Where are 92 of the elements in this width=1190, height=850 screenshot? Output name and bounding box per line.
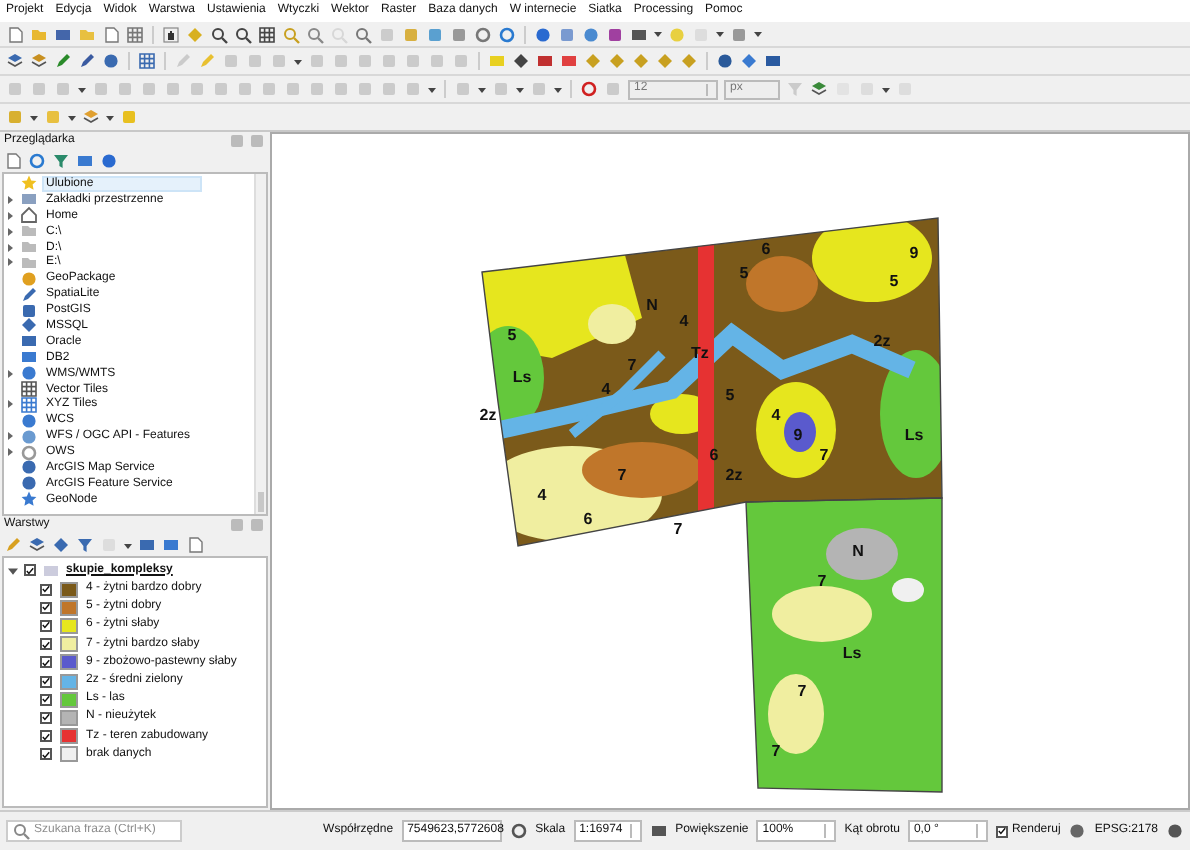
grid-icon[interactable] <box>126 25 144 43</box>
caret-icon[interactable] <box>882 85 890 93</box>
caret-icon[interactable] <box>78 85 86 93</box>
expand-arrow-icon[interactable] <box>6 243 14 251</box>
expand-arrow-icon[interactable] <box>8 565 18 575</box>
expand-arrow-icon[interactable] <box>6 432 14 441</box>
checkbox[interactable] <box>40 656 52 669</box>
grid-icon[interactable] <box>258 25 276 43</box>
expand-arrow-icon[interactable] <box>6 369 14 378</box>
map-label: 7 <box>797 682 807 700</box>
map-label: 9 <box>793 426 803 444</box>
map-label: 6 <box>761 240 771 258</box>
star-icon <box>20 490 38 509</box>
pencil-icon[interactable] <box>78 52 96 70</box>
map-label: 5 <box>507 326 517 344</box>
checkbox[interactable] <box>40 675 52 688</box>
expand-arrow-icon[interactable] <box>6 211 14 220</box>
map-label: 7 <box>771 742 781 760</box>
expand-arrow-icon[interactable] <box>6 195 14 204</box>
map-label: 2z <box>479 406 497 424</box>
square-icon[interactable] <box>606 25 624 43</box>
map-label: Tz <box>691 344 709 362</box>
checkbox[interactable] <box>995 825 1008 837</box>
layers-icon[interactable] <box>6 52 24 70</box>
expand-arrow-icon[interactable] <box>6 258 14 267</box>
checkbox[interactable] <box>40 638 52 651</box>
caret-icon[interactable] <box>554 85 562 93</box>
map-label: 7 <box>819 446 829 464</box>
layers-icon[interactable] <box>810 80 828 98</box>
caret-icon[interactable] <box>478 85 486 93</box>
map-label: N <box>646 296 658 314</box>
map-label: 4 <box>771 406 781 424</box>
caret-icon[interactable] <box>654 30 662 38</box>
star-icon <box>20 174 38 193</box>
expand-arrow-icon[interactable] <box>6 400 14 409</box>
map-label: N <box>852 542 864 560</box>
checkbox[interactable] <box>40 601 52 614</box>
map-label: 9 <box>909 244 919 262</box>
zoom-icon[interactable] <box>306 25 324 43</box>
caret-icon[interactable] <box>294 57 302 65</box>
layers-icon[interactable] <box>82 108 100 126</box>
map-label: 7 <box>627 356 637 374</box>
caret-icon[interactable] <box>754 30 762 38</box>
caret-icon[interactable] <box>106 113 114 121</box>
caret-icon[interactable] <box>716 30 724 38</box>
caret-icon[interactable] <box>30 113 38 121</box>
map-label: 4 <box>537 486 547 504</box>
map-label: 4 <box>679 312 689 330</box>
expand-arrow-icon[interactable] <box>6 227 14 236</box>
zoom-icon[interactable] <box>282 25 300 43</box>
checkbox[interactable] <box>40 619 52 632</box>
pencil-icon <box>20 285 38 304</box>
grid-icon <box>20 380 38 399</box>
caret-icon[interactable] <box>124 541 132 549</box>
square-icon[interactable] <box>558 25 576 43</box>
map-label: 2z <box>725 466 743 484</box>
grid-icon[interactable] <box>138 52 156 70</box>
map-label: Ls <box>842 644 862 662</box>
search-icon <box>12 822 30 840</box>
map-label: 4 <box>601 380 611 398</box>
map-label: 5 <box>889 272 899 290</box>
layers-icon[interactable] <box>30 52 48 70</box>
zoom-icon[interactable] <box>354 25 372 43</box>
scrollbar[interactable] <box>254 174 266 514</box>
checkbox[interactable] <box>40 748 52 761</box>
map-label: 7 <box>673 520 683 538</box>
map-label: 6 <box>709 446 719 464</box>
map-label: 7 <box>817 572 827 590</box>
map-label: 2z <box>873 332 891 350</box>
map-label: 5 <box>739 264 749 282</box>
map-label: Ls <box>904 426 924 444</box>
map-label: 5 <box>725 386 735 404</box>
map-label: 6 <box>583 510 593 528</box>
map-label: Ls <box>512 368 532 386</box>
layers-icon[interactable] <box>28 536 46 554</box>
circle-icon[interactable] <box>102 52 120 70</box>
caret-icon[interactable] <box>68 113 76 121</box>
checkbox[interactable] <box>40 730 52 743</box>
home-icon <box>20 206 38 225</box>
checkbox[interactable] <box>24 564 36 576</box>
square-icon[interactable] <box>426 25 444 43</box>
caret-icon[interactable] <box>428 85 436 93</box>
map-label: 7 <box>617 466 627 484</box>
grid-icon <box>20 395 38 414</box>
checkbox[interactable] <box>40 583 52 596</box>
map-canvas[interactable]: 6 9 5 5 N 4 5 Tz 2z 7 Ls 4 5 2z 4 9 Ls 6 7 7 2z 4 6 7 N 7 Ls 7 7 <box>270 132 1190 810</box>
caret-icon[interactable] <box>516 85 524 93</box>
checkbox[interactable] <box>40 693 52 706</box>
square-icon[interactable] <box>450 25 468 43</box>
expand-arrow-icon[interactable] <box>6 448 14 457</box>
square-icon[interactable] <box>730 25 748 43</box>
checkbox[interactable] <box>40 711 52 724</box>
